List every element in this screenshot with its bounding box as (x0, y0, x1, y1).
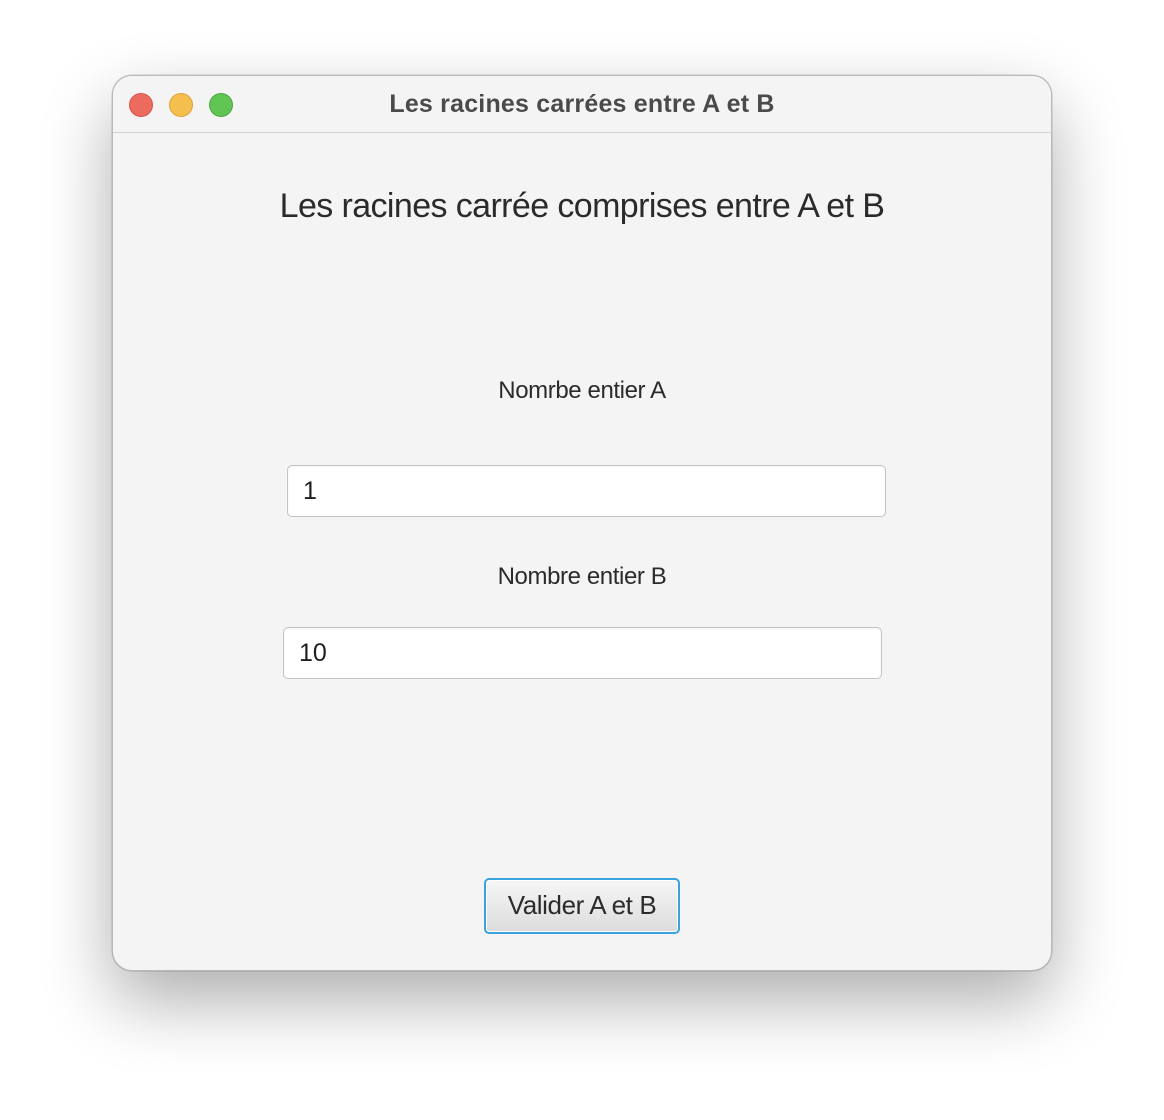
number-b-input[interactable] (283, 627, 882, 679)
number-a-label: Nomrbe entier A (498, 377, 666, 404)
validate-button[interactable]: Valider A et B (484, 878, 680, 934)
app-window: Les racines carrées entre A et B Les rac… (112, 75, 1052, 971)
title-bar[interactable]: Les racines carrées entre A et B (113, 76, 1051, 133)
page-heading: Les racines carrée comprises entre A et … (279, 187, 885, 225)
window-title: Les racines carrées entre A et B (389, 90, 775, 118)
number-b-label: Nombre entier B (497, 563, 667, 590)
number-a-input[interactable] (287, 465, 886, 517)
